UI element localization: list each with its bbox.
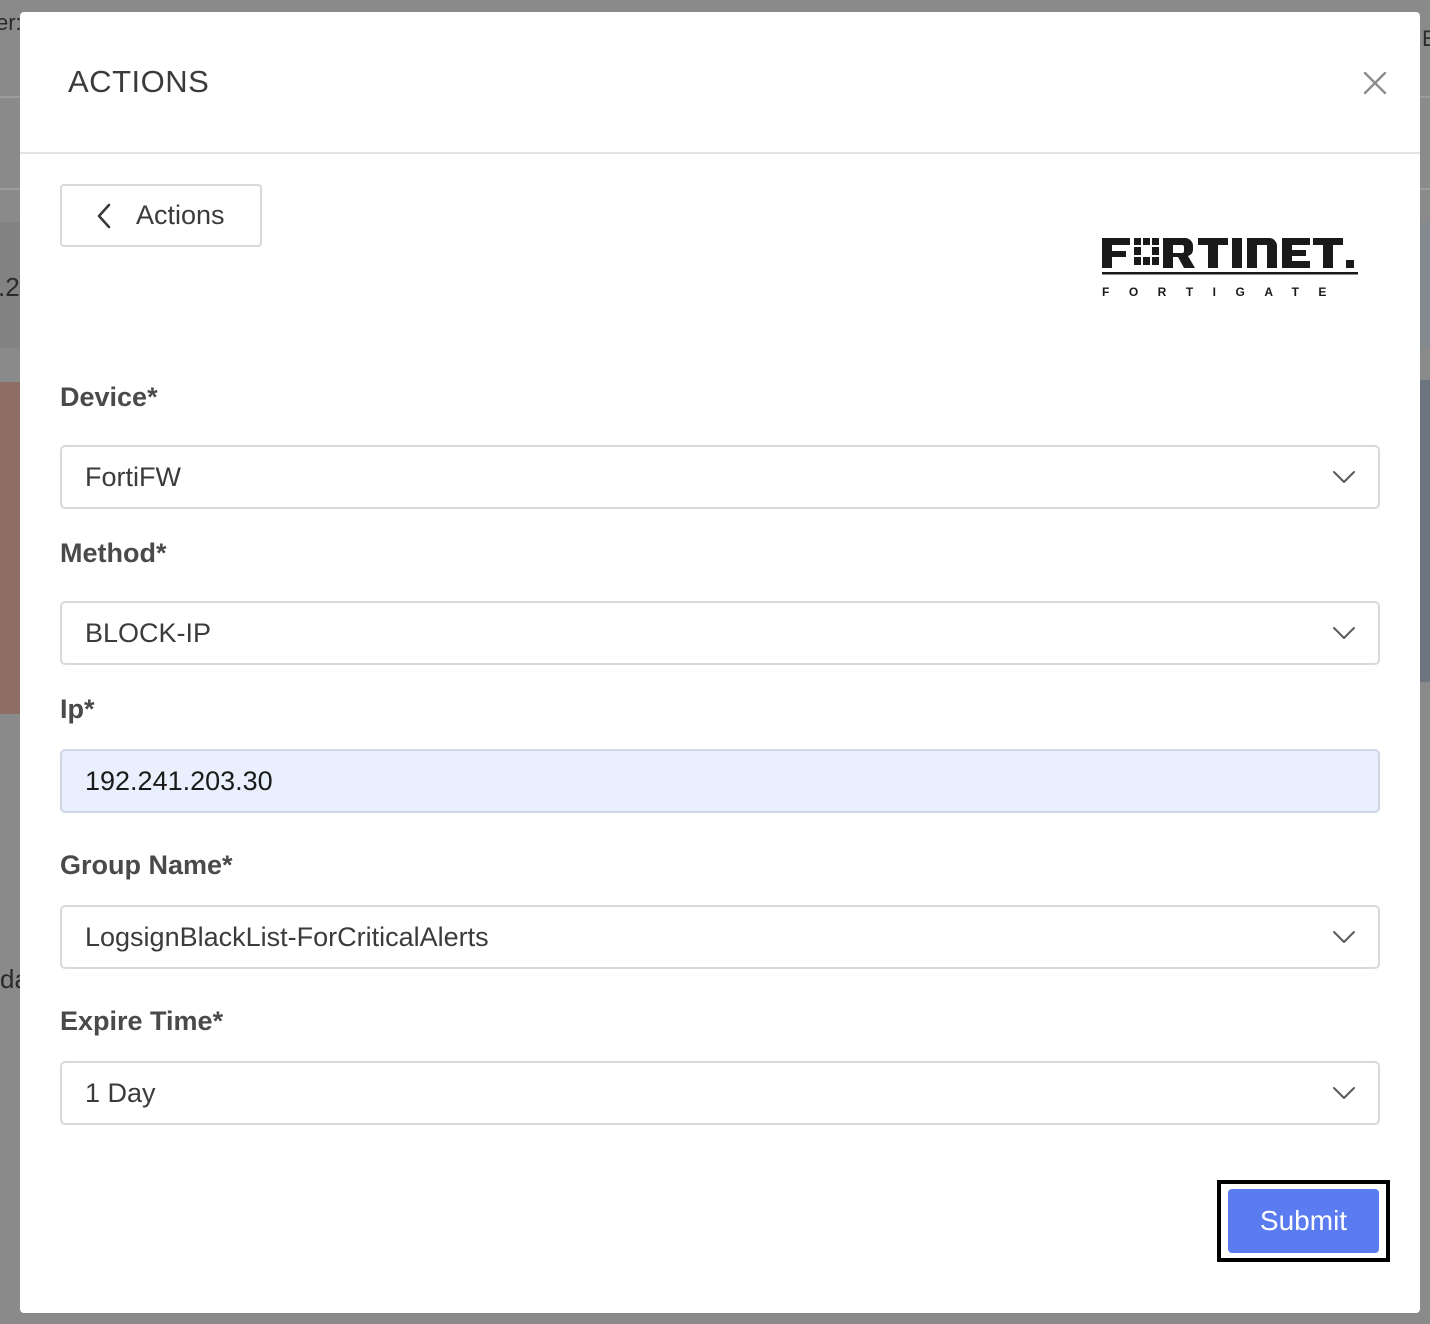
method-select[interactable]: BLOCK-IP (60, 601, 1380, 665)
chevron-down-icon (1333, 931, 1355, 943)
ip-value: 192.241.203.30 (85, 765, 273, 796)
background-panel (1420, 222, 1430, 348)
group-name-label: Group Name* (60, 850, 233, 880)
close-icon[interactable] (1360, 68, 1390, 98)
background-panel (0, 382, 20, 714)
submit-highlight-frame: Submit (1217, 1180, 1390, 1262)
expire-time-label: Expire Time* (60, 1006, 224, 1036)
expire-time-select[interactable]: 1 Day (60, 1061, 1380, 1125)
device-select[interactable]: FortiFW (60, 445, 1380, 509)
group-name-select[interactable]: LogsignBlackList-ForCriticalAlerts (60, 905, 1380, 969)
modal-header: ACTIONS (20, 12, 1420, 154)
chevron-down-icon (1333, 627, 1355, 639)
fortinet-fortigate-logo: FORTIGATE (1102, 238, 1358, 299)
device-value: FortiFW (85, 461, 181, 492)
modal-title: ACTIONS (68, 64, 210, 99)
back-button-label: Actions (136, 200, 225, 230)
background-text: .2 (0, 272, 20, 302)
chevron-down-icon (1333, 471, 1355, 483)
ip-label: Ip* (60, 694, 95, 724)
fortigate-text: FORTIGATE (1102, 285, 1346, 299)
background-text: E (1422, 26, 1430, 51)
chevron-down-icon (1333, 1087, 1355, 1099)
chevron-left-icon (97, 203, 111, 228)
actions-modal: ACTIONS Actions FORTIGATE Device* FortiF… (20, 12, 1420, 1313)
device-label: Device* (60, 382, 158, 412)
submit-button[interactable]: Submit (1228, 1189, 1379, 1253)
back-actions-button[interactable]: Actions (60, 184, 262, 247)
background-panel (1420, 380, 1430, 682)
expire-time-value: 1 Day (85, 1077, 156, 1108)
method-value: BLOCK-IP (85, 617, 212, 648)
group-name-value: LogsignBlackList-ForCriticalAlerts (85, 921, 489, 952)
background-text: er: (0, 10, 22, 35)
ip-input[interactable]: 192.241.203.30 (60, 749, 1380, 813)
method-label: Method* (60, 538, 167, 568)
